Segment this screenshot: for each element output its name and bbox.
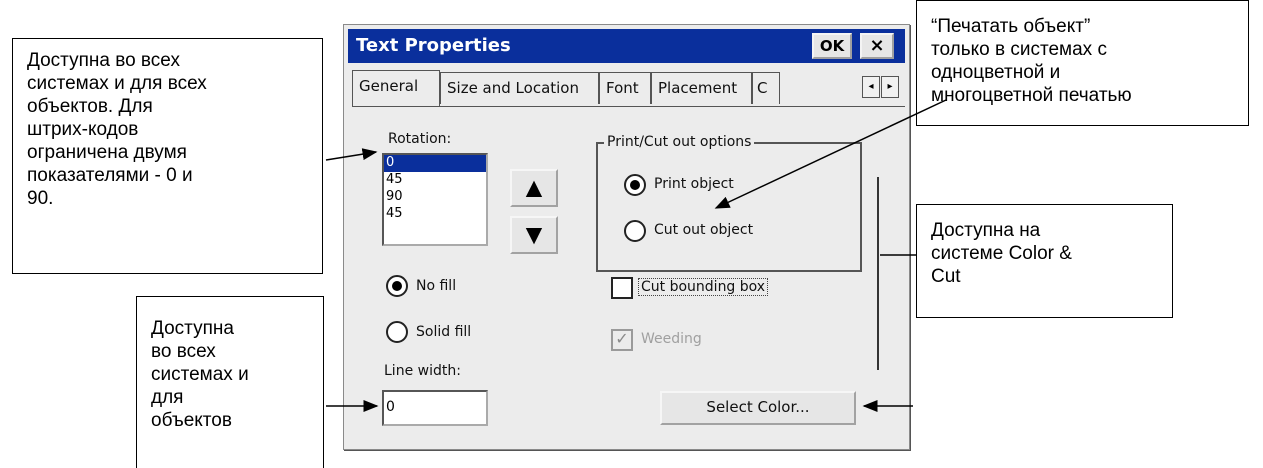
arrow-to-print-object: [714, 99, 947, 209]
callout-arrows: [325, 99, 947, 412]
arrow-to-rotation: [325, 148, 378, 161]
